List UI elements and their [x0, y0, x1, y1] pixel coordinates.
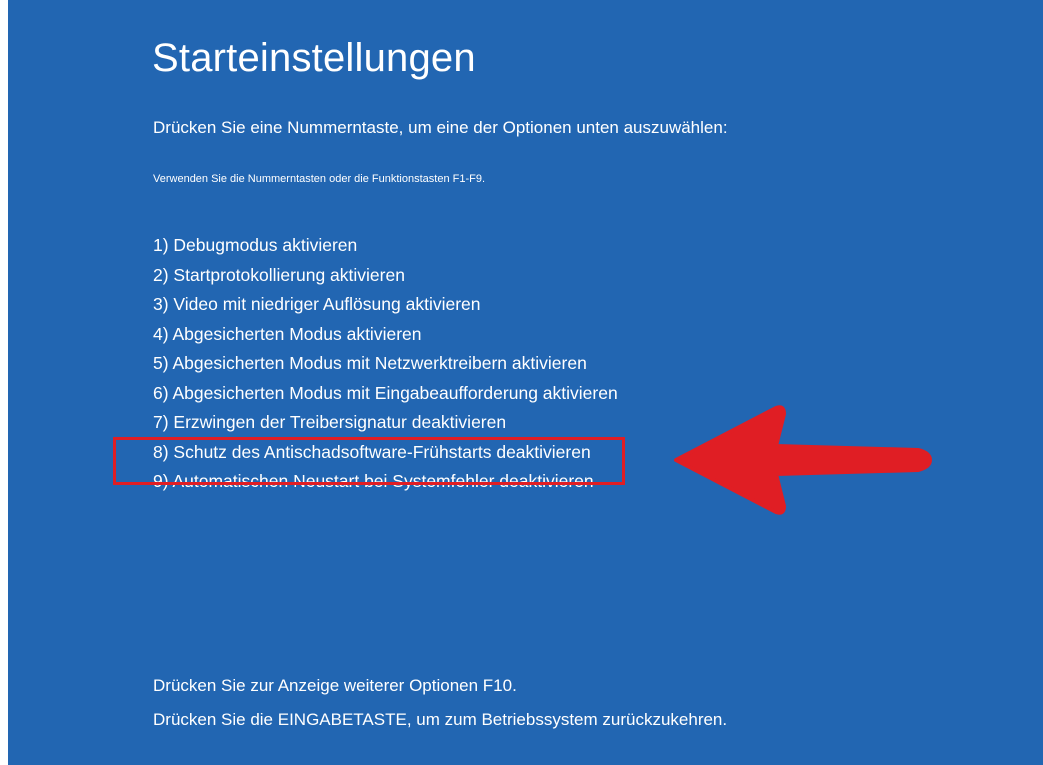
instruction-text: Drücken Sie eine Nummerntaste, um eine d… [153, 118, 728, 137]
option-boot-logging[interactable]: 2) Startprotokollierung aktivieren [153, 261, 618, 291]
hint-text: Verwenden Sie die Nummerntasten oder die… [153, 173, 486, 185]
highlight-annotation-box [113, 437, 625, 485]
footer-more-options: Drücken Sie zur Anzeige weiterer Optione… [153, 676, 517, 695]
option-low-resolution-video[interactable]: 3) Video mit niedriger Auflösung aktivie… [153, 290, 618, 320]
footer-return-os: Drücken Sie die EINGABETASTE, um zum Bet… [153, 710, 728, 729]
option-debug-mode[interactable]: 1) Debugmodus aktivieren [153, 231, 618, 261]
arrow-left-icon [674, 405, 932, 515]
page-title: Starteinstellungen [152, 36, 476, 80]
startup-settings-screen: Starteinstellungen Drücken Sie eine Numm… [8, 0, 1043, 765]
option-safe-mode[interactable]: 4) Abgesicherten Modus aktivieren [153, 320, 618, 350]
option-safe-mode-networking[interactable]: 5) Abgesicherten Modus mit Netzwerktreib… [153, 349, 618, 379]
option-disable-driver-signature[interactable]: 7) Erzwingen der Treibersignatur deaktiv… [153, 408, 618, 438]
option-safe-mode-command-prompt[interactable]: 6) Abgesicherten Modus mit Eingabeauffor… [153, 379, 618, 409]
